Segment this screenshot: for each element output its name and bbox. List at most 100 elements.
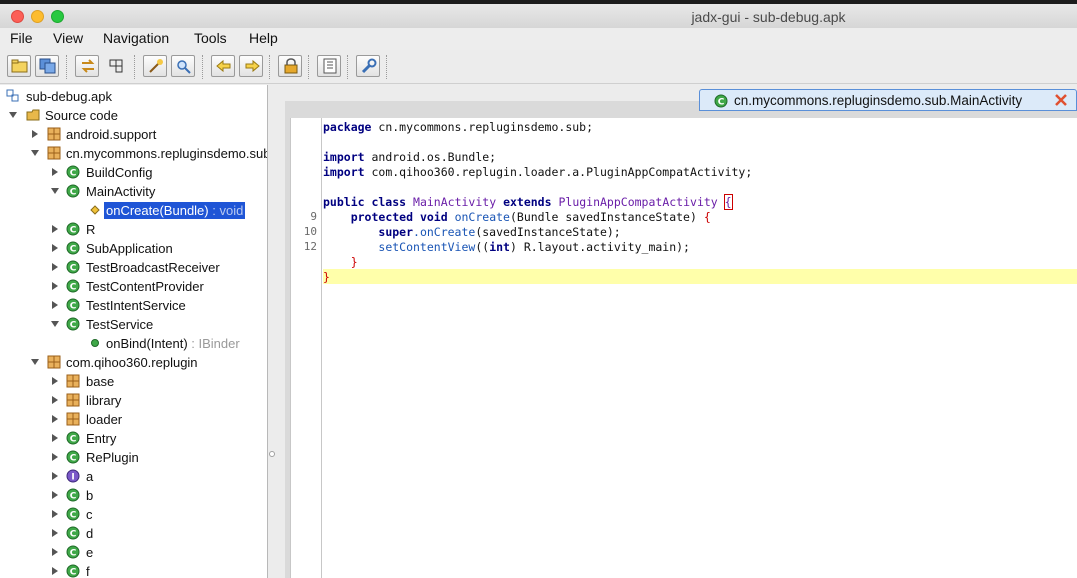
toolbar-separator [269,55,270,79]
chevron-right-icon[interactable] [50,262,60,272]
open-file-icon [11,59,28,73]
window-title: jadx-gui - sub-debug.apk [691,9,846,25]
keyword: super [378,225,414,239]
menu-file[interactable]: File [10,30,33,46]
back-button[interactable] [211,55,235,77]
chevron-right-icon[interactable] [50,376,60,386]
chevron-right-icon[interactable] [50,414,60,424]
chevron-right-icon[interactable] [50,509,60,519]
svg-text:C: C [70,245,77,255]
menu-tools[interactable]: Tools [194,30,227,46]
tree-label: TestService [86,317,154,332]
flatten-packages-button[interactable] [104,55,128,77]
svg-text:C: C [70,549,77,559]
class-name: PluginAppCompatActivity [558,195,718,209]
show-log-button[interactable] [317,55,341,77]
svg-text:C: C [70,530,77,540]
class-icon: C [66,431,80,445]
save-all-button[interactable] [35,55,59,77]
code-text: com.qihoo360.replugin.loader.a.PluginApp… [364,165,753,179]
chevron-right-icon[interactable] [50,547,60,557]
tab-main-activity[interactable]: C cn.mycommons.repluginsdemo.sub.MainAct… [699,89,1077,111]
toolbar-separator [134,55,135,79]
sync-icon [81,59,95,73]
tree-label: library [86,393,122,408]
chevron-right-icon[interactable] [50,528,60,538]
tree-label: cn.mycommons.repluginsdemo.sub [66,146,268,161]
decompile-all-button[interactable] [143,55,167,77]
forward-icon [245,59,260,73]
menu-view[interactable]: View [53,30,83,46]
tab-label: cn.mycommons.repluginsdemo.sub.MainActiv… [734,93,1023,108]
code-line: package cn.mycommons.repluginsdemo.sub; [323,120,593,135]
chevron-right-icon[interactable] [50,167,60,177]
toolbar-separator [386,55,387,79]
tree-label: MainActivity [86,184,156,199]
settings-button[interactable] [356,55,380,77]
split-pane-divider-handle[interactable] [269,451,275,457]
sync-tree-button[interactable] [75,55,99,77]
chevron-right-icon[interactable] [50,224,60,234]
chevron-down-icon[interactable] [50,319,60,329]
open-file-button[interactable] [7,55,31,77]
code-text-area[interactable]: package cn.mycommons.repluginsdemo.sub; … [323,118,1077,578]
title-bar: jadx-gui - sub-debug.apk [0,0,1077,28]
svg-text:C: C [70,169,77,179]
line-number-gutter: 9 10 12 [291,118,322,578]
code-text: ) R.layout.activity_main); [509,240,690,254]
close-tab-icon[interactable] [1054,93,1068,107]
package-icon [66,412,80,426]
chevron-right-icon[interactable] [50,566,60,576]
chevron-right-icon[interactable] [50,243,60,253]
class-icon: C [66,222,80,236]
method-name: setContentView [378,240,476,254]
tree-label: c [86,507,93,522]
tree-label: TestBroadcastReceiver [86,260,220,275]
keyword: protected void [350,210,448,224]
chevron-down-icon[interactable] [30,357,40,367]
current-line-highlight [323,269,1077,284]
chevron-down-icon[interactable] [8,110,18,120]
chevron-right-icon[interactable] [50,452,60,462]
code-line: import com.qihoo360.replugin.loader.a.Pl… [323,165,752,180]
brace: { [703,210,711,224]
class-icon: C [66,450,80,464]
class-icon: C [66,241,80,255]
search-button[interactable] [171,55,195,77]
brace: } [323,270,330,284]
chevron-right-icon[interactable] [50,300,60,310]
menu-help[interactable]: Help [249,30,278,46]
tree-label: onBind(Intent) : IBinder [106,335,240,352]
chevron-right-icon[interactable] [30,129,40,139]
line-number: 12 [303,240,317,253]
forward-button[interactable] [239,55,263,77]
chevron-right-icon[interactable] [50,471,60,481]
chevron-right-icon[interactable] [50,395,60,405]
tree-label: f [86,564,90,578]
app-window: jadx-gui - sub-debug.apk File View Navig… [0,0,1077,578]
code-text: android.os.Bundle; [364,150,497,164]
class-icon: C [66,165,80,179]
code-line: public class MainActivity extends Plugin… [323,194,733,210]
chevron-down-icon[interactable] [30,148,40,158]
code-line: import android.os.Bundle; [323,150,496,165]
class-name: MainActivity [413,195,497,209]
code-line: } [323,270,330,285]
code-text: (savedInstanceState); [475,225,621,239]
preferences-button[interactable] [278,55,302,77]
package-icon [47,146,61,160]
project-tree[interactable]: sub-debug.apk Source code android.suppor… [0,85,268,578]
chevron-right-icon[interactable] [50,433,60,443]
menu-navigation[interactable]: Navigation [103,30,169,46]
chevron-right-icon[interactable] [50,490,60,500]
class-icon: C [66,488,80,502]
tree-label: R [86,222,96,237]
svg-text:C: C [70,188,77,198]
chevron-down-icon[interactable] [50,186,60,196]
tree-label-selected: onCreate(Bundle) : void [104,202,246,219]
matched-brace: { [723,194,733,210]
method-name: .onCreate [413,225,476,239]
chevron-right-icon[interactable] [50,281,60,291]
svg-text:C: C [70,302,77,312]
code-editor[interactable]: 9 10 12 package cn.mycommons.repluginsde… [290,118,1077,578]
